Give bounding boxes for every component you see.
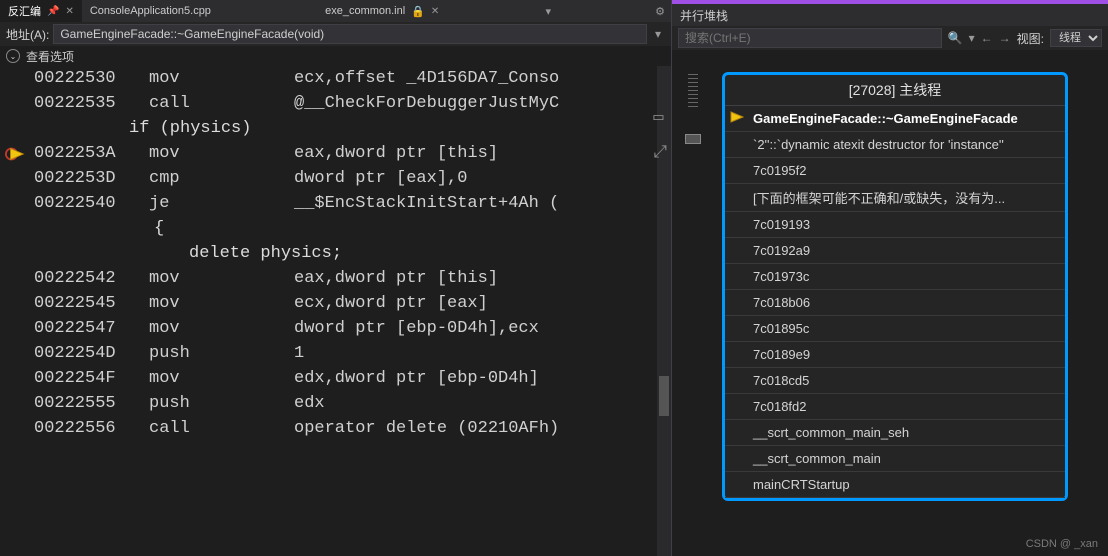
stack-frame[interactable]: `2''::`dynamic atexit destructor for 'in…	[725, 132, 1065, 158]
address-label: 地址(A):	[6, 26, 49, 43]
lock-icon: 🔒	[411, 5, 425, 18]
tab-disassembly[interactable]: 反汇编 📌 ✕	[0, 0, 82, 22]
stack-frame[interactable]: 7c019193	[725, 212, 1065, 238]
dropdown-arrow-icon[interactable]: ▾	[545, 5, 557, 18]
gutter-actions: ▭ ⤢	[653, 106, 667, 166]
address-input[interactable]	[53, 24, 647, 44]
tab-source-file-2[interactable]: exe_common.inl 🔒 ✕	[317, 2, 447, 21]
current-instruction-arrow-icon	[4, 143, 28, 165]
stack-frame[interactable]: 7c0195f2	[725, 158, 1065, 184]
stacks-canvas[interactable]: [27028] 主线程 GameEngineFacade::~GameEngin…	[672, 50, 1108, 556]
stack-frame[interactable]: __scrt_common_main	[725, 446, 1065, 472]
tab-label: ConsoleApplication5.cpp	[90, 5, 211, 17]
view-options-bar: ⌄ 查看选项	[0, 46, 671, 66]
scroll-thumb[interactable]	[659, 376, 669, 416]
tab-label: exe_common.inl	[325, 5, 405, 17]
watermark: CSDN @ _xan	[1026, 538, 1098, 550]
disasm-row[interactable]: 00222547movdword ptr [ebp-0D4h],ecx	[34, 316, 671, 341]
tab-source-file-1[interactable]: ConsoleApplication5.cpp	[82, 2, 219, 20]
parallel-stacks-header: 并行堆栈	[672, 4, 1108, 26]
panel-title: 并行堆栈	[680, 7, 728, 24]
pin-icon[interactable]: 📌	[47, 6, 59, 17]
chevron-down-icon[interactable]: ▾	[969, 31, 975, 45]
stack-frame[interactable]: 7c01895c	[725, 316, 1065, 342]
stack-frame[interactable]: mainCRTStartup	[725, 472, 1065, 498]
disasm-row[interactable]: 00222535call@__CheckForDebuggerJustMyC	[34, 91, 671, 116]
stack-frame[interactable]: 7c01973c	[725, 264, 1065, 290]
disasm-row[interactable]: 00222545movecx,dword ptr [eax]	[34, 291, 671, 316]
stack-frame[interactable]: 7c0192a9	[725, 238, 1065, 264]
stacks-toolbar: 🔍 ▾ ← → 视图: 线程	[672, 26, 1108, 50]
disasm-row[interactable]: 00222555pushedx	[34, 391, 671, 416]
stack-frame[interactable]: 7c018cd5	[725, 368, 1065, 394]
disasm-row[interactable]: 00222530movecx,offset _4D156DA7_Conso	[34, 66, 671, 91]
thread-stack-card[interactable]: [27028] 主线程 GameEngineFacade::~GameEngin…	[722, 72, 1068, 501]
disasm-row[interactable]: 00222556calloperator delete (02210AFh)	[34, 416, 671, 441]
thread-title: [27028] 主线程	[725, 75, 1065, 106]
split-icon[interactable]: ▭	[653, 106, 667, 131]
parallel-stacks-pane: 并行堆栈 🔍 ▾ ← → 视图: 线程 [27028] 主线程 GameEngi…	[672, 0, 1108, 556]
zoom-slider-thumb[interactable]	[685, 134, 701, 144]
tab-label: 反汇编	[8, 3, 41, 19]
nav-forward-icon[interactable]: →	[999, 31, 1011, 45]
chevron-down-icon[interactable]: ▾	[651, 27, 665, 41]
view-select[interactable]: 线程	[1050, 29, 1102, 47]
view-options-label: 查看选项	[26, 48, 74, 65]
search-input[interactable]	[678, 28, 942, 48]
nav-back-icon[interactable]: ←	[981, 31, 993, 45]
stack-frame[interactable]: __scrt_common_main_seh	[725, 420, 1065, 446]
disasm-row[interactable]: 0022253Amoveax,dword ptr [this]	[34, 141, 671, 166]
search-icon[interactable]: 🔍	[948, 31, 963, 45]
close-icon[interactable]: ✕	[431, 6, 439, 17]
disassembly-listing: ▭ ⤢ 00222530movecx,offset _4D156DA7_Cons…	[0, 66, 671, 556]
close-icon[interactable]: ✕	[65, 6, 73, 17]
collapse-icon[interactable]: ⤢	[653, 141, 667, 166]
disasm-row[interactable]: 00222542moveax,dword ptr [this]	[34, 266, 671, 291]
stack-frame[interactable]: [下面的框架可能不正确和/或缺失，没有为...	[725, 184, 1065, 212]
expand-options-icon[interactable]: ⌄	[6, 49, 20, 63]
view-label: 视图:	[1017, 30, 1044, 47]
stack-frame[interactable]: 7c018fd2	[725, 394, 1065, 420]
disasm-row[interactable]: 0022253Dcmpdword ptr [eax],0	[34, 166, 671, 191]
stack-frame[interactable]: GameEngineFacade::~GameEngineFacade	[725, 106, 1065, 132]
disasm-row[interactable]: 0022254Fmovedx,dword ptr [ebp-0D4h]	[34, 366, 671, 391]
active-frame-arrow-icon	[729, 110, 747, 127]
stack-frame[interactable]: 7c018b06	[725, 290, 1065, 316]
disasm-row[interactable]: 00222540je__$EncStackInitStart+4Ah (	[34, 191, 671, 216]
disassembly-pane: 反汇编 📌 ✕ ConsoleApplication5.cpp exe_comm…	[0, 0, 672, 556]
zoom-ruler[interactable]	[684, 74, 702, 234]
gear-icon[interactable]: ⚙	[655, 5, 671, 18]
address-bar: 地址(A): ▾	[0, 22, 671, 46]
editor-tab-strip: 反汇编 📌 ✕ ConsoleApplication5.cpp exe_comm…	[0, 0, 671, 22]
disasm-row[interactable]: 0022254Dpush1	[34, 341, 671, 366]
stack-frame[interactable]: 7c0189e9	[725, 342, 1065, 368]
